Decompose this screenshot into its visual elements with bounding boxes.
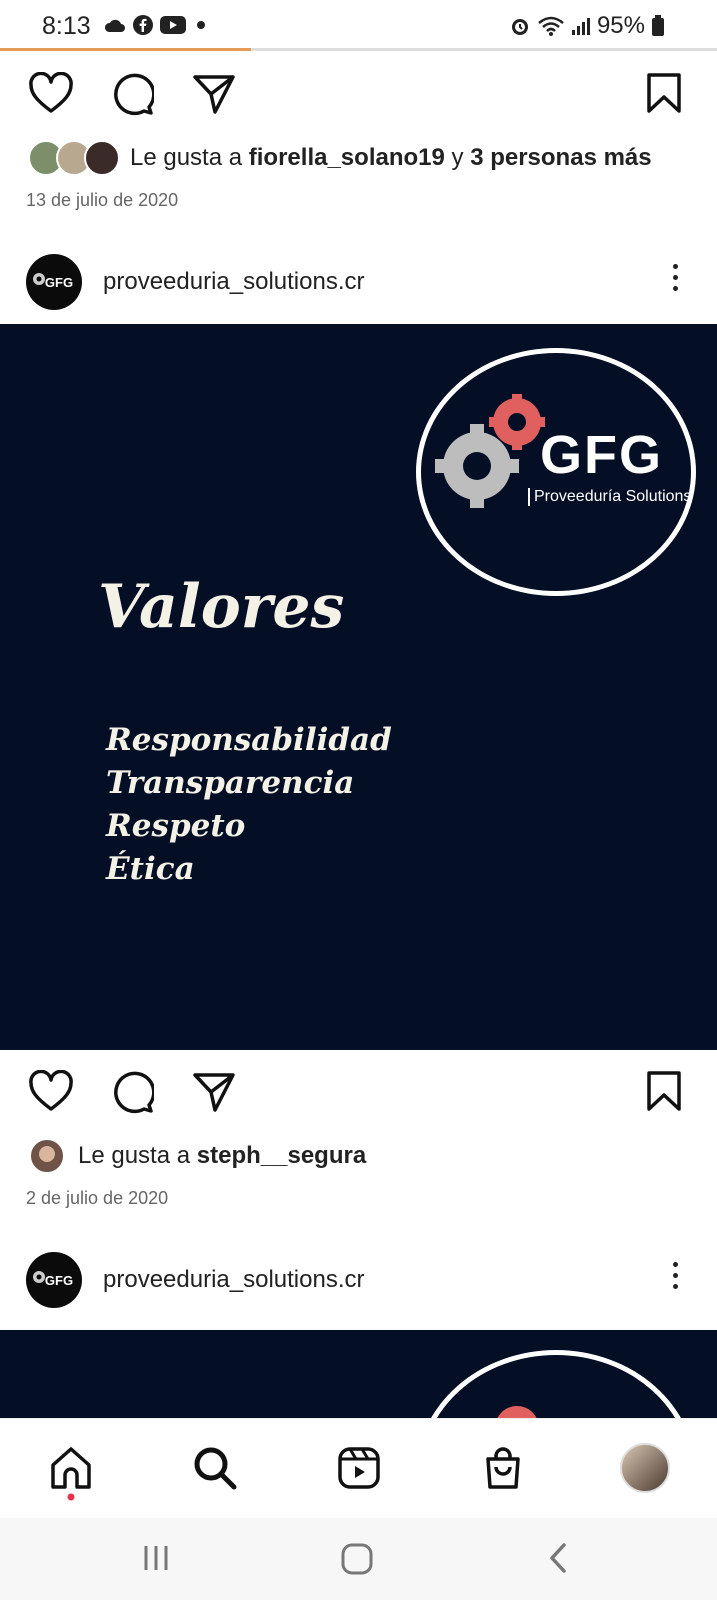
system-nav-bar	[0, 1518, 717, 1600]
post2-image[interactable]: GFG Proveeduría Solutions Valores Respon…	[0, 324, 717, 1050]
status-right: 95%	[509, 12, 665, 40]
username-link[interactable]: proveeduria_solutions.cr	[103, 1266, 364, 1294]
likes-prefix: Le gusta a	[78, 1142, 197, 1169]
post2-likes[interactable]: Le gusta a steph__segura	[28, 1136, 708, 1176]
likes-prefix: Le gusta a	[130, 144, 249, 171]
battery-icon	[652, 15, 664, 36]
logo-text: GFG	[540, 425, 663, 485]
post1-date: 13 de julio de 2020	[26, 190, 179, 210]
post2-header: GFG proveeduria_solutions.cr	[0, 240, 717, 324]
battery-percent: 95%	[596, 12, 645, 39]
logo-circle	[416, 1350, 696, 1420]
post1-likes[interactable]: Le gusta a fiorella_solano19 y 3 persona…	[28, 138, 708, 178]
likes-conj: y	[444, 144, 471, 171]
likes-others-link[interactable]: 3 personas más	[470, 144, 651, 172]
facebook-icon	[133, 15, 153, 35]
save-bookmark-icon[interactable]	[646, 72, 682, 114]
account-avatar[interactable]: GFG	[26, 254, 82, 310]
gear-icon	[33, 273, 45, 285]
comment-icon[interactable]	[110, 72, 154, 116]
status-time: 8:13	[42, 12, 91, 40]
share-icon[interactable]	[192, 72, 236, 116]
post3-image[interactable]	[0, 1330, 717, 1420]
more-options-icon[interactable]	[673, 1262, 679, 1295]
value-item: Respeto	[106, 808, 246, 844]
avatar-text: GFG	[44, 274, 74, 290]
wifi-icon	[538, 16, 564, 36]
youtube-icon	[160, 16, 186, 34]
post1-actions	[0, 52, 717, 132]
value-item: Responsabilidad	[106, 722, 392, 758]
bottom-nav	[0, 1418, 717, 1519]
save-bookmark-icon[interactable]	[646, 1070, 682, 1112]
story-progress-bar	[0, 48, 717, 51]
more-options-icon[interactable]	[673, 264, 679, 297]
logo-subtitle: Proveeduría Solutions	[528, 488, 691, 506]
shop-icon[interactable]	[480, 1445, 526, 1491]
alarm-icon	[511, 19, 528, 35]
comment-icon[interactable]	[110, 1070, 154, 1114]
liker-avatars	[28, 140, 120, 176]
like-heart-icon[interactable]	[28, 72, 74, 114]
back-icon[interactable]	[546, 1542, 570, 1574]
post2-date: 2 de julio de 2020	[26, 1188, 169, 1208]
home-icon[interactable]	[48, 1445, 94, 1491]
avatar-text: GFG	[44, 1272, 74, 1288]
value-item: Ética	[106, 851, 195, 887]
post-title: Valores	[98, 572, 345, 642]
liker-avatar	[29, 1138, 65, 1174]
home-active-dot	[67, 1493, 75, 1501]
account-avatar[interactable]: GFG	[26, 1252, 82, 1308]
signal-icon	[571, 18, 590, 35]
search-icon[interactable]	[192, 1445, 238, 1491]
post2-actions	[0, 1050, 717, 1130]
recent-apps-icon[interactable]	[140, 1542, 172, 1574]
reels-icon[interactable]	[336, 1445, 382, 1491]
like-heart-icon[interactable]	[28, 1070, 74, 1112]
profile-avatar[interactable]	[620, 1443, 670, 1493]
gear-icon	[33, 1271, 45, 1283]
post3-header: GFG proveeduria_solutions.cr	[0, 1238, 717, 1322]
value-item: Transparencia	[106, 765, 355, 801]
cloud-icon	[104, 19, 125, 32]
status-bar: 8:13 95%	[0, 0, 717, 50]
liked-user-link[interactable]: fiorella_solano19	[249, 144, 445, 172]
username-link[interactable]: proveeduria_solutions.cr	[103, 268, 364, 296]
liked-user-link[interactable]: steph__segura	[197, 1142, 366, 1170]
share-icon[interactable]	[192, 1070, 236, 1114]
notification-icons	[104, 14, 210, 36]
progress-fill	[0, 48, 251, 51]
home-button-icon[interactable]	[340, 1542, 374, 1576]
dot-icon	[197, 21, 205, 29]
values-list: Responsabilidad Transparencia Respeto Ét…	[106, 719, 392, 891]
